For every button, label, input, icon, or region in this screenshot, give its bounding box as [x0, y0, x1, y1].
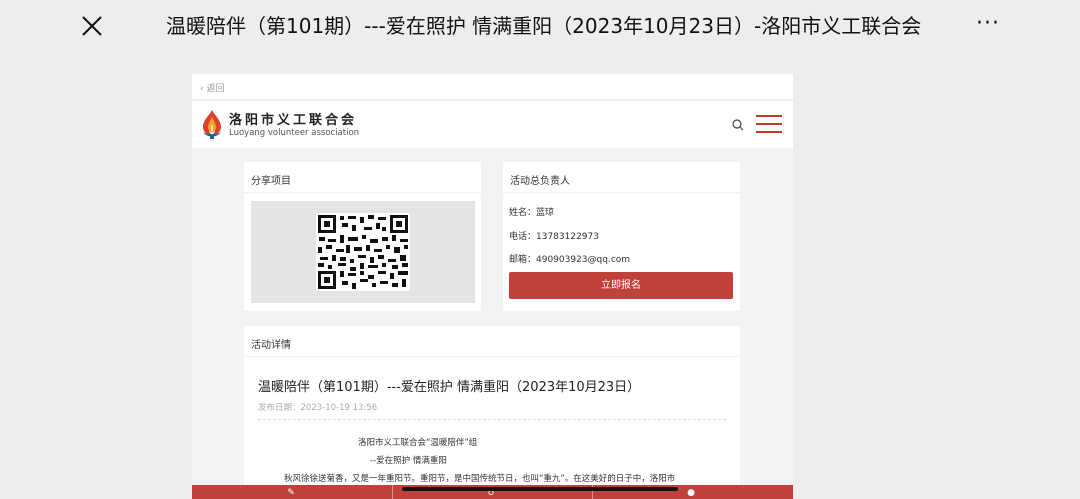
- owner-card: 活动总负责人 姓名：蓝琼 电话：13783122973 邮箱：490903923…: [503, 162, 740, 311]
- owner-card-title: 活动总负责人: [503, 162, 740, 193]
- more-icon[interactable]: ···: [976, 12, 1004, 40]
- share-card-title: 分享项目: [244, 162, 481, 193]
- back-link[interactable]: ‹ 返回: [192, 74, 793, 100]
- detail-card: 活动详情 温暖陪伴（第101期）---爱在照护 情满重阳（2023年10月23日…: [244, 326, 740, 499]
- owner-name: 姓名：蓝琼: [509, 208, 555, 218]
- home-indicator: [402, 487, 678, 491]
- publish-date: 发布日期：2023-10-19 13:56: [258, 403, 378, 413]
- edit-icon[interactable]: ✎: [286, 488, 296, 498]
- share-card: 分享项目: [244, 162, 481, 311]
- org-name: 洛阳市义工联合会: [229, 113, 358, 128]
- article-line-3: 秋风徐徐送菊香，又是一年重阳节。重阳节，是中国传统节日，也叫“重九”。在这美好的…: [284, 474, 676, 484]
- site-header: 洛阳市义工联合会 Luoyang volunteer association: [192, 101, 793, 148]
- search-icon[interactable]: [731, 118, 745, 132]
- web-page: ‹ 返回 洛阳市义工联合会 Luoyang volunteer associati…: [192, 74, 793, 499]
- back-label: 返回: [206, 84, 225, 94]
- article-line-2: --爱在照护 情满重阳: [370, 456, 447, 466]
- owner-email: 邮箱：490903923@qq.com: [509, 255, 631, 265]
- article-title: 温暖陪伴（第101期）---爱在照护 情满重阳（2023年10月23日）: [258, 380, 641, 395]
- qr-code: [316, 213, 410, 291]
- owner-phone: 电话：13783122973: [509, 232, 599, 242]
- menu-icon[interactable]: [756, 115, 782, 135]
- signup-button[interactable]: 立即报名: [509, 272, 733, 299]
- detail-card-title: 活动详情: [244, 326, 740, 357]
- qr-panel: [251, 201, 475, 303]
- page-title: 温暖陪伴（第101期）---爱在照护 情满重阳（2023年10月23日）-洛阳市…: [166, 14, 922, 38]
- close-icon[interactable]: [78, 12, 106, 40]
- person-icon[interactable]: ●: [686, 488, 696, 498]
- org-name-en: Luoyang volunteer association: [229, 128, 360, 138]
- app-top-bar: 温暖陪伴（第101期）---爱在照护 情满重阳（2023年10月23日）-洛阳市…: [0, 0, 1080, 52]
- divider: [258, 419, 726, 420]
- logo-flame-icon: [203, 110, 221, 139]
- back-chevron-icon: ‹: [200, 84, 204, 94]
- article-line-1: 洛阳市义工联合会“温暖陪伴”组: [358, 438, 478, 448]
